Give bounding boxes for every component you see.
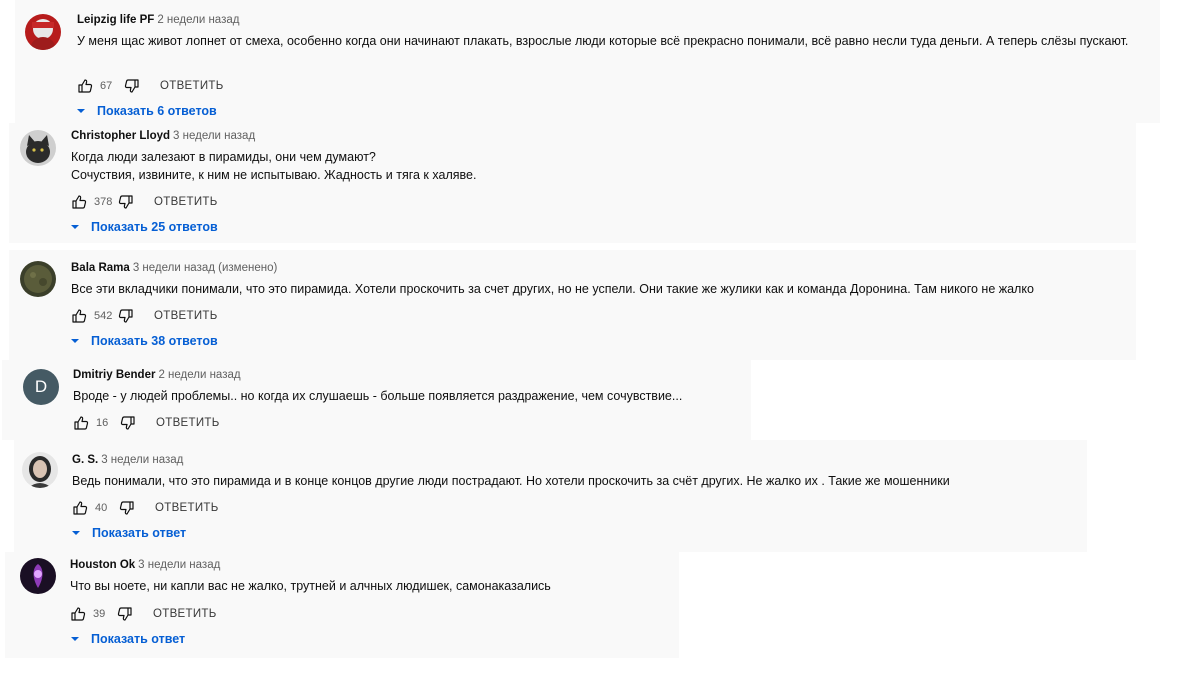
show-replies-label: Показать 25 ответов (91, 220, 218, 234)
thumbs-down-icon[interactable] (124, 78, 140, 94)
show-replies-button[interactable]: Показать 38 ответов (69, 334, 218, 348)
avatar[interactable]: D (23, 369, 59, 405)
comment-header: Houston Ok 3 недели назад (70, 559, 220, 571)
thumbs-down-icon[interactable] (118, 194, 134, 210)
comment-header: Dmitriy Bender 2 недели назад (73, 369, 241, 381)
thumbs-down-icon[interactable] (117, 606, 133, 622)
reply-button[interactable]: ОТВЕТИТЬ (154, 310, 218, 322)
comment-text-line: Сочуствия, извините, к ним не испытываю.… (71, 168, 477, 182)
thumbs-up-icon[interactable] (72, 500, 88, 516)
author-name[interactable]: Dmitriy Bender (73, 369, 155, 381)
comment-actions: 40 ОТВЕТИТЬ (72, 499, 219, 517)
comment-actions: 542 ОТВЕТИТЬ (71, 307, 218, 325)
thumbs-up-icon[interactable] (71, 308, 87, 324)
reply-button[interactable]: ОТВЕТИТЬ (156, 417, 220, 429)
thumbs-up-icon[interactable] (71, 194, 87, 210)
thumbs-up-icon[interactable] (70, 606, 86, 622)
comment-header: Christopher Lloyd 3 недели назад (71, 130, 255, 142)
comment-time[interactable]: 3 недели назад (173, 130, 255, 142)
reply-button[interactable]: ОТВЕТИТЬ (155, 502, 219, 514)
comment-text: Вроде - у людей проблемы.. но когда их с… (73, 389, 683, 403)
reply-button[interactable]: ОТВЕТИТЬ (160, 80, 224, 92)
thumbs-down-icon[interactable] (120, 415, 136, 431)
chevron-down-icon (75, 105, 87, 117)
thumbs-up-icon[interactable] (73, 415, 89, 431)
comment-text: Все эти вкладчики понимали, что это пира… (71, 282, 1034, 296)
show-replies-button[interactable]: Показать ответ (69, 632, 185, 646)
author-name[interactable]: Bala Rama (71, 262, 130, 274)
comment-actions: 16 ОТВЕТИТЬ (73, 414, 220, 432)
comment-card: Houston Ok 3 недели назад Что вы ноете, н… (5, 552, 679, 658)
like-count: 67 (100, 80, 113, 92)
show-replies-button[interactable]: Показать 25 ответов (69, 220, 218, 234)
comment-time[interactable]: 3 недели назад (138, 559, 220, 571)
comment-text: Ведь понимали, что это пирамида и в конц… (72, 474, 950, 488)
comment-time[interactable]: 2 недели назад (157, 14, 239, 26)
avatar[interactable] (25, 14, 61, 50)
show-replies-label: Показать ответ (91, 632, 186, 646)
comment-card: Christopher Lloyd 3 недели назад Когда лю… (9, 123, 1136, 243)
chevron-down-icon (69, 335, 81, 347)
comment-actions: 39 ОТВЕТИТЬ (70, 605, 217, 623)
show-replies-label: Показать ответ (92, 526, 187, 540)
show-replies-label: Показать 38 ответов (91, 334, 218, 348)
chevron-down-icon (69, 633, 81, 645)
avatar[interactable] (20, 558, 56, 594)
comment-header: G. S. 3 недели назад (72, 454, 183, 466)
avatar[interactable] (20, 261, 56, 297)
like-count: 16 (96, 417, 109, 429)
comment-text-line: Когда люди залезают в пирамиды, они чем … (71, 150, 376, 164)
like-count: 542 (94, 310, 113, 322)
show-replies-label: Показать 6 ответов (97, 104, 217, 118)
like-count: 40 (95, 502, 108, 514)
thumbs-down-icon[interactable] (118, 308, 134, 324)
chevron-down-icon (70, 527, 82, 539)
reply-button[interactable]: ОТВЕТИТЬ (153, 608, 217, 620)
author-name[interactable]: Christopher Lloyd (71, 130, 170, 142)
like-count: 39 (93, 608, 106, 620)
show-replies-button[interactable]: Показать ответ (70, 526, 186, 540)
thumbs-up-icon[interactable] (77, 78, 93, 94)
comment-card: Leipzig life PF 2 недели назад У меня щас… (15, 0, 1160, 123)
author-name[interactable]: Leipzig life PF (77, 14, 154, 26)
avatar[interactable] (20, 130, 56, 166)
comment-header: Leipzig life PF 2 недели назад (77, 14, 239, 26)
author-name[interactable]: Houston Ok (70, 559, 135, 571)
comment-text: Когда люди залезают в пирамиды, они чем … (71, 148, 1121, 184)
comment-time[interactable]: 2 недели назад (158, 369, 240, 381)
comment-actions: 67 ОТВЕТИТЬ (77, 77, 224, 95)
comment-time[interactable]: 3 недели назад (изменено) (133, 262, 277, 274)
chevron-down-icon (69, 221, 81, 233)
comment-text: Что вы ноете, ни капли вас не жалко, тру… (70, 579, 551, 593)
comment-actions: 378 ОТВЕТИТЬ (71, 193, 218, 211)
comment-text: У меня щас живот лопнет от смеха, особен… (77, 34, 1129, 48)
thumbs-down-icon[interactable] (119, 500, 135, 516)
avatar-letter: D (34, 377, 48, 396)
comment-card: G. S. 3 недели назад Ведь понимали, что э… (14, 440, 1087, 552)
comment-time[interactable]: 3 недели назад (101, 454, 183, 466)
comment-header: Bala Rama 3 недели назад (изменено) (71, 262, 277, 274)
reply-button[interactable]: ОТВЕТИТЬ (154, 196, 218, 208)
avatar[interactable] (22, 452, 58, 488)
like-count: 378 (94, 196, 113, 208)
show-replies-button[interactable]: Показать 6 ответов (75, 104, 217, 118)
author-name[interactable]: G. S. (72, 454, 98, 466)
comment-card: Bala Rama 3 недели назад (изменено) Все э… (9, 250, 1136, 360)
comment-card: D Dmitriy Bender 2 недели назад Вроде - у… (2, 360, 751, 440)
